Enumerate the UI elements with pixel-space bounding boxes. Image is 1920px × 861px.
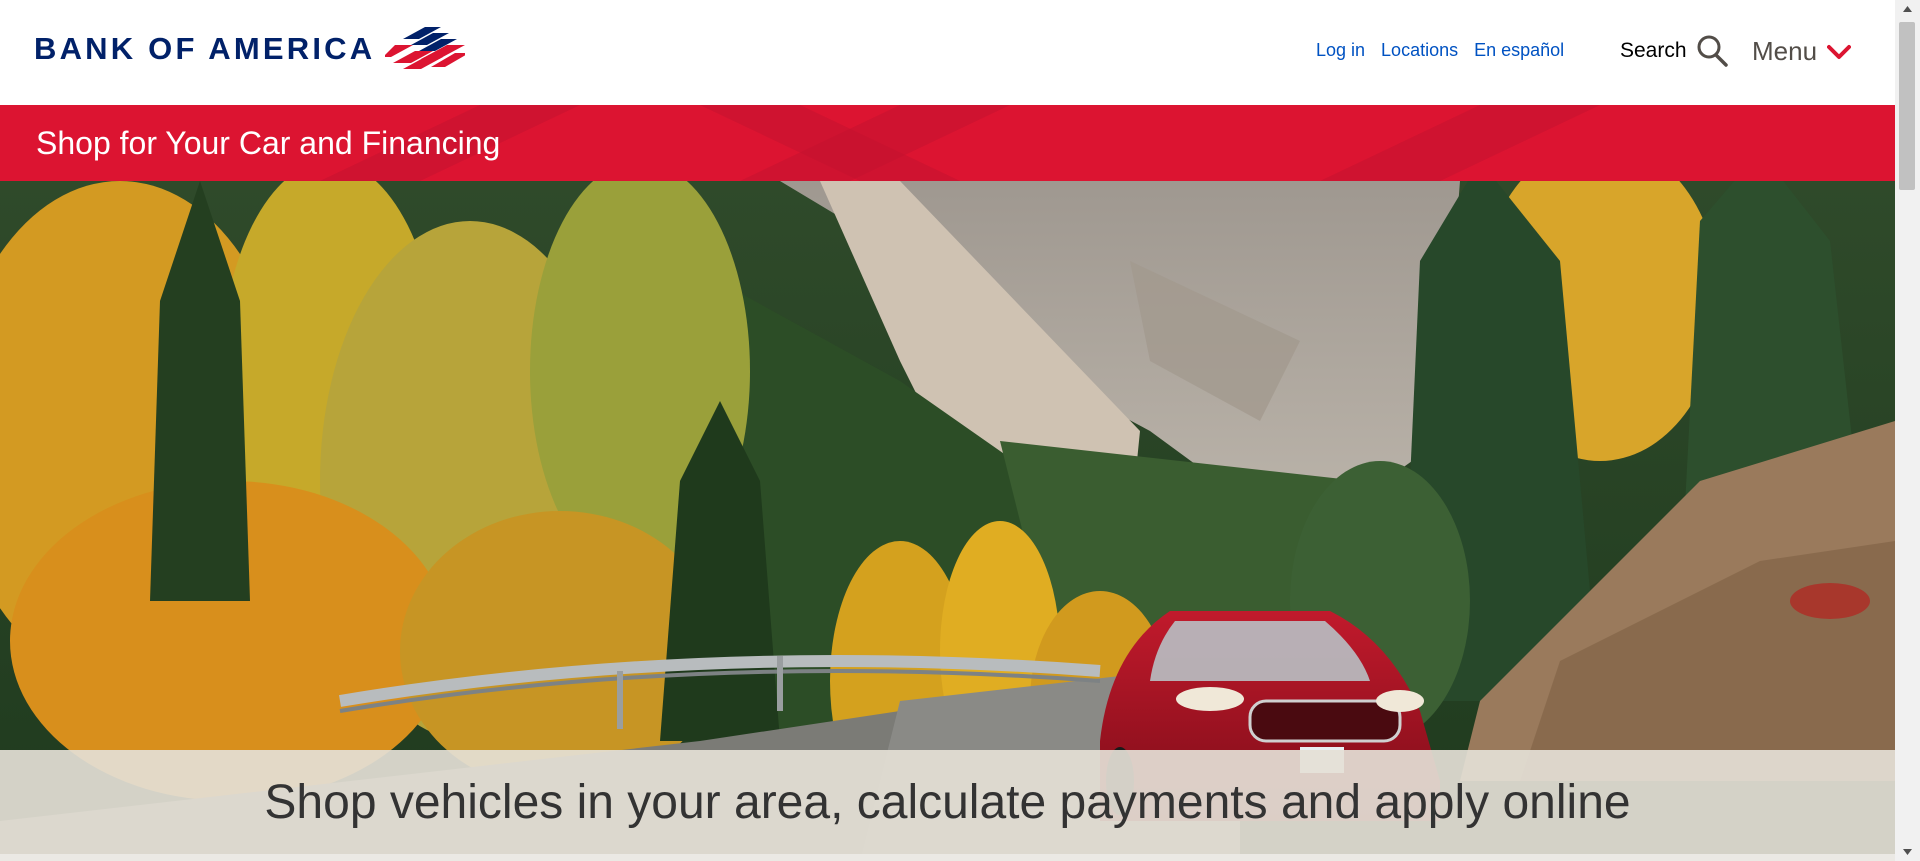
hero-bottom-edge (0, 854, 1895, 861)
bank-logo[interactable]: BANK OF AMERICA (34, 24, 474, 74)
hero-section: Shop vehicles in your area, calculate pa… (0, 181, 1895, 861)
page: BANK OF AMERICA Log in Locations En espa… (0, 0, 1895, 861)
page-banner: Shop for Your Car and Financing (0, 105, 1895, 181)
utility-nav: Log in Locations En español (1316, 40, 1564, 61)
search-icon (1697, 35, 1728, 67)
menu-button[interactable]: Menu (1752, 36, 1852, 67)
flag-logo-icon (385, 27, 466, 69)
page-scrollbar[interactable] (1895, 0, 1920, 861)
search-button[interactable]: Search (1620, 34, 1729, 68)
login-link[interactable]: Log in (1316, 40, 1365, 61)
site-header: BANK OF AMERICA Log in Locations En espa… (0, 0, 1895, 105)
tagline-bar: Shop vehicles in your area, calculate pa… (0, 750, 1895, 854)
locations-link[interactable]: Locations (1381, 40, 1458, 61)
menu-label: Menu (1752, 36, 1818, 66)
scroll-up-arrow-icon[interactable] (1895, 0, 1920, 18)
hero-tagline: Shop vehicles in your area, calculate pa… (264, 775, 1631, 829)
scrollbar-thumb[interactable] (1899, 22, 1915, 190)
logo-wordmark: BANK OF AMERICA (34, 31, 376, 66)
scroll-down-arrow-icon[interactable] (1895, 843, 1920, 861)
spanish-link[interactable]: En español (1474, 40, 1564, 61)
chevron-down-icon (1827, 44, 1852, 59)
page-title: Shop for Your Car and Financing (36, 125, 501, 161)
search-label: Search (1620, 39, 1687, 62)
